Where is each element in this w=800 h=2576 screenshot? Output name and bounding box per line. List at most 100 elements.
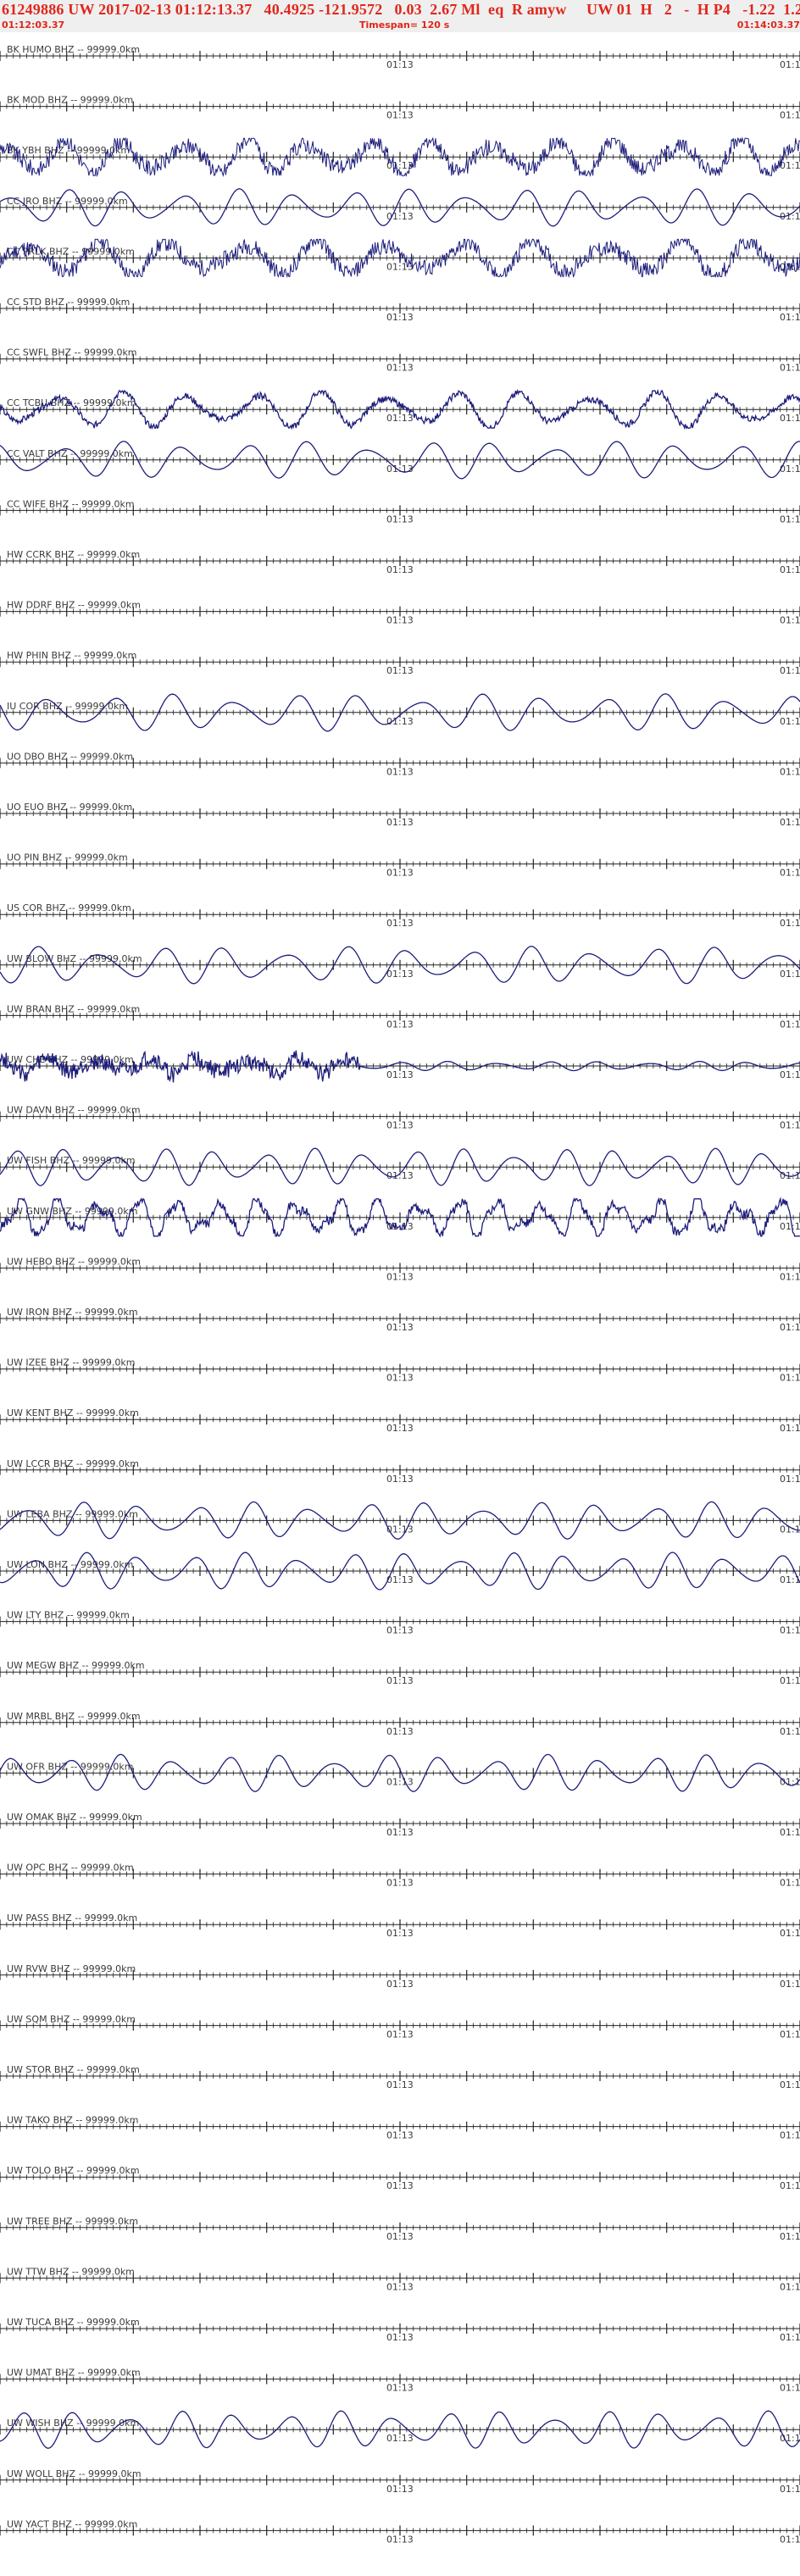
time-tick-label: 01:13 xyxy=(386,1069,414,1080)
station-label: CC SWFL BHZ -- 99999.0km xyxy=(7,347,137,358)
time-tick-label: 01:13 xyxy=(386,1625,414,1636)
seismogram-plot: 01:13 01:1BK HUMO BHZ -- 99999.0km01:13 01… xyxy=(0,44,800,2545)
station-label: UW CHE BHZ -- 99999.0km xyxy=(7,1054,134,1065)
time-tick-label: 01:1 xyxy=(780,1019,800,1030)
station-label: UW PASS BHZ -- 99999.0km xyxy=(7,1913,137,1924)
trace-row: 01:13 01:1 UW IZEE BHZ -- 99999.0km xyxy=(0,1357,800,1384)
time-tick-label: 01:1 xyxy=(780,1069,800,1080)
time-tick-label: 01:13 xyxy=(386,464,414,475)
time-tick-label: 01:1 xyxy=(780,868,800,879)
time-tick-label: 01:1 xyxy=(780,1373,800,1384)
time-tick-label: 01:13 xyxy=(386,868,414,879)
trace-row: 01:13 01:1 UW KENT BHZ -- 99999.0km xyxy=(0,1407,800,1434)
trace-row: 01:13 01:1IU COR BHZ -- 99999.0km xyxy=(0,693,800,732)
time-tick-label: 01:1 xyxy=(780,665,800,676)
trace-row: 01:13 01:1CC JRO BHZ -- 99999.0km xyxy=(0,188,800,227)
time-tick-label: 01:1 xyxy=(780,564,800,575)
station-label: UW BRAN BHZ -- 99999.0km xyxy=(7,1003,140,1014)
trace-row: 01:13 01:1 UW DAVN BHZ -- 99999.0km xyxy=(0,1105,800,1131)
time-tick-label: 01:13 xyxy=(386,413,414,424)
time-tick-label: 01:13 xyxy=(386,817,414,828)
trace-row: 01:13 01:1 UO PIN BHZ -- 99999.0km xyxy=(0,852,800,879)
trace-row: 01:13 01:1 UO DBO BHZ -- 99999.0km xyxy=(0,751,800,777)
trace-row: 01:13 01:1 US COR BHZ -- 99999.0km xyxy=(0,902,800,929)
trace-row: 01:13 01:1CC PRLK BHZ -- 99999.0km xyxy=(0,237,800,279)
trace-row: 01:13 01:1 UW OFR BHZ -- 99999.0km xyxy=(0,1753,800,1792)
trace-row: 01:13 01:1 UW BRAN BHZ -- 99999.0km xyxy=(0,1003,800,1030)
station-label: UW DAVN BHZ -- 99999.0km xyxy=(7,1105,141,1116)
time-tick-label: 01:13 xyxy=(386,1373,414,1384)
trace-row: 01:13 01:1UW FISH BHZ -- 99999.0km xyxy=(0,1147,800,1186)
time-tick-label: 01:13 xyxy=(386,1675,414,1686)
time-tick-label: 01:13 xyxy=(386,514,414,525)
time-tick-label: 01:13 xyxy=(386,665,414,676)
time-tick-label: 01:1 xyxy=(780,1928,800,1939)
trace-row: 01:13 01:1 UW MRBL BHZ -- 99999.0km xyxy=(0,1711,800,1737)
time-tick-label: 01:1 xyxy=(780,1474,800,1485)
station-label: UW IRON BHZ -- 99999.0km xyxy=(7,1307,138,1318)
trace-row: 01:13 01:1 UW CHE BHZ -- 99999.0km xyxy=(0,1050,800,1083)
time-tick-label: 01:1 xyxy=(780,514,800,525)
station-label: UO EUO BHZ -- 99999.0km xyxy=(7,802,132,813)
time-tick-label: 01:13 xyxy=(386,1322,414,1333)
station-label: UW OPC BHZ -- 99999.0km xyxy=(7,1863,134,1874)
time-tick-label: 01:13 xyxy=(386,766,414,777)
trace-row: 01:13 01:1 UO EUO BHZ -- 99999.0km xyxy=(0,802,800,828)
time-tick-label: 01:1 xyxy=(780,160,800,171)
trace-row: 01:13 01:1 CC WIFE BHZ -- 99999.0km xyxy=(0,498,800,525)
station-label: UW KENT BHZ -- 99999.0km xyxy=(7,1407,139,1418)
trace-row: 01:13 01:1UW BLOW BHZ -- 99999.0km xyxy=(0,946,800,985)
time-tick-label: 01:13 xyxy=(386,1423,414,1434)
time-tick-label: 01:1 xyxy=(780,1221,800,1232)
trace-row: 01:13 01:1UW GNW BHZ -- 99999.0km xyxy=(0,1196,800,1238)
time-tick-label: 01:1 xyxy=(780,312,800,323)
station-label: HW PHIN BHZ -- 99999.0km xyxy=(7,650,136,661)
station-label: BK MOD BHZ -- 99999.0km xyxy=(7,95,133,106)
trace-row: 01:13 01:1UW LON BHZ -- 99999.0km xyxy=(0,1552,800,1591)
time-tick-label: 01:13 xyxy=(386,1979,414,1990)
time-tick-label: 01:1 xyxy=(780,1726,800,1737)
time-tick-label: 01:1 xyxy=(780,1979,800,1990)
time-tick-label: 01:1 xyxy=(780,1322,800,1333)
trace-row: 01:13 01:1 UW OPC BHZ -- 99999.0km xyxy=(0,1863,800,1889)
trace-row: 01:13 01:1 UW LTY BHZ -- 99999.0km xyxy=(0,1610,800,1636)
time-tick-label: 01:13 xyxy=(386,1928,414,1939)
time-tick-label: 01:1 xyxy=(780,413,800,424)
event-title: 61249886 UW 2017-02-13 01:12:13.37 40.49… xyxy=(2,1,800,18)
time-tick-label: 01:1 xyxy=(780,1827,800,1838)
time-tick-label: 01:13 xyxy=(386,1726,414,1737)
station-label: UW OFR BHZ -- 99999.0km xyxy=(7,1761,133,1772)
trace-row: 01:13 01:1CC VALT BHZ -- 99999.0km xyxy=(0,441,800,480)
station-label: UO DBO BHZ -- 99999.0km xyxy=(7,751,133,762)
time-tick-label: 01:13 xyxy=(386,1574,414,1585)
time-tick-label: 01:13 xyxy=(386,969,414,980)
timespan-label: Timespan= 120 s xyxy=(359,19,450,31)
time-tick-label: 01:13 xyxy=(386,1776,414,1787)
trace-row: 01:13 01:1 UW IRON BHZ -- 99999.0km xyxy=(0,1307,800,1333)
trace-row: 01:13 01:1UW LEBA BHZ -- 99999.0km xyxy=(0,1501,800,1540)
time-tick-label: 01:13 xyxy=(386,59,414,70)
time-tick-label: 01:13 xyxy=(386,1170,414,1181)
trace-row: 01:13 01:1 BK HUMO BHZ -- 99999.0km xyxy=(0,44,800,70)
trace-row: 01:13 01:1 UW HEBO BHZ -- 99999.0km xyxy=(0,1256,800,1282)
trace-row: 01:13 01:1 UW MEGW BHZ -- 99999.0km xyxy=(0,1660,800,1686)
time-tick-label: 01:1 xyxy=(780,969,800,980)
record-header: 61249886 UW 2017-02-13 01:12:13.37 40.49… xyxy=(0,0,800,32)
station-label: UW RVW BHZ -- 99999.0km xyxy=(7,1963,136,1974)
time-tick-label: 01:13 xyxy=(386,1474,414,1485)
trace-row: 01:13 01:1 CC SWFL BHZ -- 99999.0km xyxy=(0,347,800,374)
time-tick-label: 01:1 xyxy=(780,110,800,121)
time-tick-label: 01:1 xyxy=(780,766,800,777)
time-tick-label: 01:1 xyxy=(780,1675,800,1686)
time-tick-label: 01:13 xyxy=(386,211,414,222)
time-tick-label: 01:1 xyxy=(780,59,800,70)
trace-row: 01:13 01:1CC TCBU BHZ -- 99999.0km xyxy=(0,388,800,430)
time-tick-label: 01:13 xyxy=(386,716,414,727)
station-label: UW LTY BHZ -- 99999.0km xyxy=(7,1610,130,1621)
trace-row: 01:13 01:1BK YBH BHZ -- 99999.0km xyxy=(0,136,800,178)
end-time: 01:14:03.37 xyxy=(736,19,800,31)
time-tick-label: 01:1 xyxy=(780,716,800,727)
station-label: UW OMAK BHZ -- 99999.0km xyxy=(7,1812,142,1823)
time-tick-label: 01:13 xyxy=(386,1120,414,1131)
station-label: BK HUMO BHZ -- 99999.0km xyxy=(7,44,140,55)
